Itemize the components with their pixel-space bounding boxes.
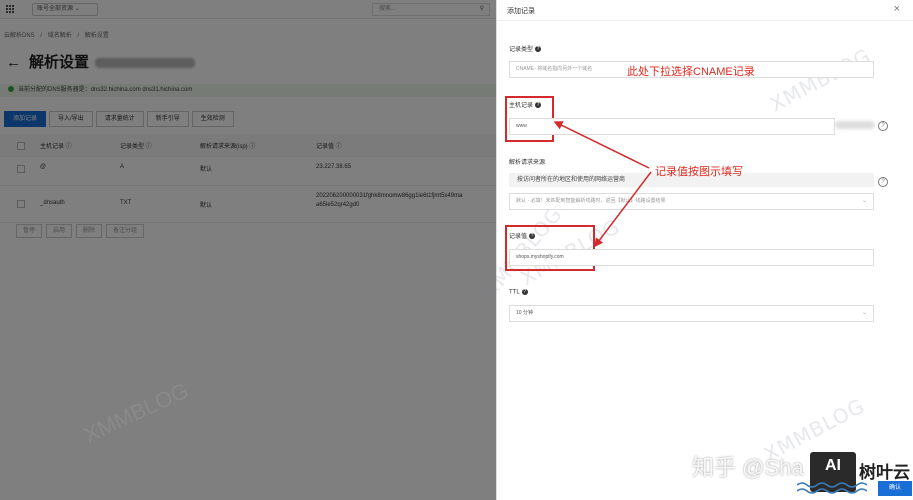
add-record-panel: 添加记录 × XMMBLOG XMMBLOG XMMBLOG XMMBLOG 记…: [478, 0, 913, 500]
confirm-button[interactable]: 确认: [878, 481, 912, 496]
modal-overlay[interactable]: [0, 0, 496, 500]
arrow-to-value: [594, 171, 652, 248]
logo-mark: AI: [825, 457, 841, 474]
arrow-to-host: [553, 121, 650, 169]
annotation-arrows: [553, 121, 652, 248]
zhihu-watermark: 知乎 @Sha: [692, 455, 804, 480]
waves-icon: [797, 482, 867, 494]
background-page: 账号全部资源 ⌄ 搜索... ⚲ 云解析DNS / 域名解析 / 解析设置 ←解…: [0, 0, 496, 500]
